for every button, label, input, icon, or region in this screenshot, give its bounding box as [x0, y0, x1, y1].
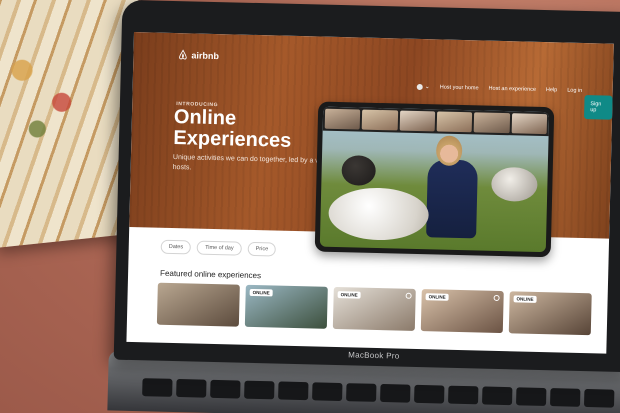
filter-row: Dates Time of day Price — [160, 239, 277, 257]
key — [516, 387, 547, 407]
brand-name: airbnb — [191, 49, 220, 61]
key — [414, 384, 445, 404]
online-badge: ONLINE — [337, 291, 361, 299]
hero-tablet-image — [314, 101, 555, 258]
online-badge: ONLINE — [425, 293, 449, 301]
experience-card[interactable]: ONLINE — [244, 284, 328, 329]
sheep-right — [490, 166, 538, 202]
participant-tile — [399, 110, 436, 132]
featured-title: Featured online experiences — [160, 268, 262, 281]
filter-dates[interactable]: Dates — [160, 239, 192, 255]
key — [346, 383, 377, 402]
key — [448, 385, 479, 405]
key — [210, 379, 241, 399]
online-badge: ONLINE — [513, 295, 537, 303]
participant-tile — [436, 111, 473, 133]
key — [312, 382, 343, 402]
key — [142, 378, 173, 397]
experience-card[interactable]: ONLINE — [332, 286, 416, 331]
experience-card[interactable]: ONLINE — [420, 289, 504, 334]
filter-price[interactable]: Price — [247, 241, 277, 257]
heart-icon[interactable] — [405, 292, 412, 299]
experience-card[interactable] — [156, 282, 240, 327]
participant-tile — [511, 113, 548, 135]
heart-icon[interactable] — [493, 294, 500, 302]
online-badge: ONLINE — [249, 288, 273, 297]
black-sheep — [341, 155, 377, 186]
laptop-screen: airbnb INTRODUCING Online Experiences Un… — [126, 32, 614, 354]
white-sheep — [328, 186, 430, 242]
video-call-photo — [319, 106, 550, 253]
key — [278, 381, 309, 401]
experience-cards: ONLINE ONLINE ONLINE ONLINE — [156, 282, 592, 336]
participant-tile — [473, 112, 510, 134]
hero-banner: airbnb INTRODUCING Online Experiences Un… — [129, 32, 614, 258]
key — [176, 378, 207, 398]
host-person — [426, 159, 478, 239]
key — [380, 383, 411, 403]
airbnb-logo-icon — [179, 49, 187, 60]
filter-time-of-day[interactable]: Time of day — [196, 240, 242, 256]
key — [244, 380, 275, 400]
hero-headline: Online Experiences — [173, 106, 292, 152]
key — [549, 388, 581, 407]
brand-logo[interactable]: airbnb — [177, 49, 219, 61]
experience-card[interactable]: ONLINE — [508, 291, 592, 336]
key — [583, 388, 615, 408]
key — [482, 386, 513, 406]
participant-tile — [362, 109, 398, 131]
participant-tile — [324, 108, 361, 130]
participant-strip — [322, 106, 550, 137]
